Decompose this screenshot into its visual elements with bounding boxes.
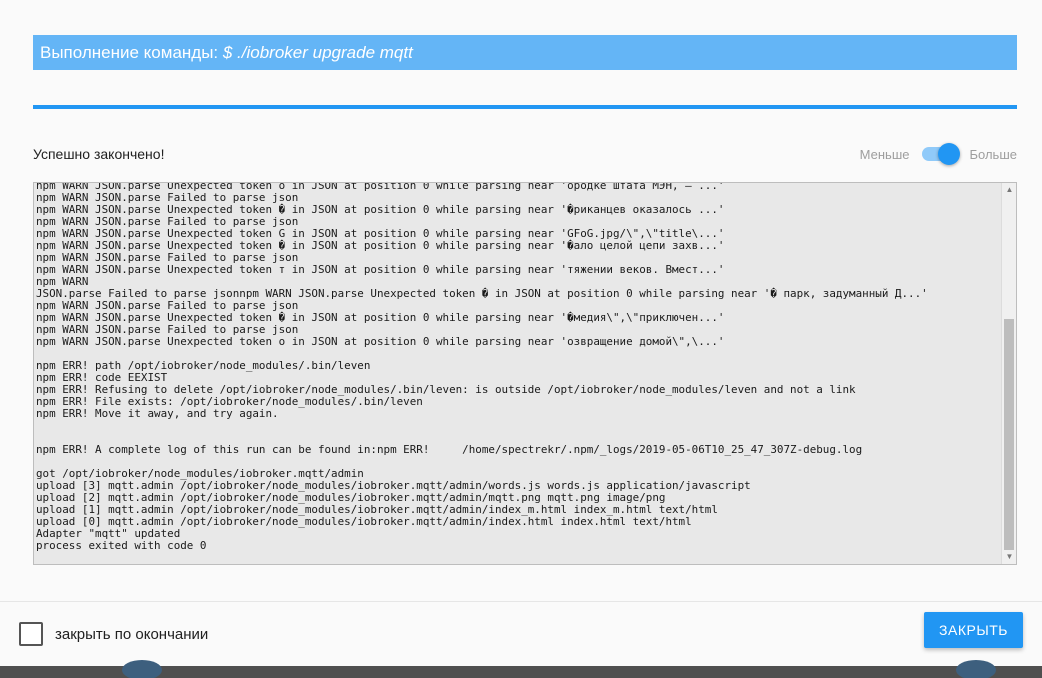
log-content: npm WARN JSON.parse Unexpected token о i… bbox=[36, 183, 1000, 552]
dialog-title: Выполнение команды: $ ./iobroker upgrade… bbox=[33, 35, 1017, 70]
log-line: npm WARN JSON.parse Unexpected token т i… bbox=[36, 263, 725, 276]
background-bubble bbox=[122, 660, 162, 678]
switch-thumb[interactable] bbox=[937, 143, 960, 165]
log-output[interactable]: npm WARN JSON.parse Unexpected token о i… bbox=[33, 182, 1017, 565]
progress-bar bbox=[33, 105, 1017, 109]
title-command: $ ./iobroker upgrade mqtt bbox=[222, 43, 413, 62]
command-dialog: Выполнение команды: $ ./iobroker upgrade… bbox=[0, 0, 1042, 666]
log-line: npm ERR! path /opt/iobroker/node_modules… bbox=[36, 359, 371, 372]
scroll-down-arrow-icon[interactable]: ▼ bbox=[1002, 550, 1016, 564]
toggle-more-label: Больше bbox=[969, 146, 1018, 162]
log-line: npm WARN JSON.parse Unexpected token о i… bbox=[36, 335, 725, 348]
log-line: npm ERR! Move it away, and try again. bbox=[36, 407, 279, 420]
close-on-finish-label[interactable]: закрыть по окончании bbox=[55, 626, 208, 643]
footer-divider bbox=[0, 601, 1042, 602]
close-on-finish-option[interactable]: закрыть по окончании bbox=[19, 622, 208, 646]
status-text: Успешно закончено! bbox=[33, 146, 165, 162]
progress-fill bbox=[33, 105, 1017, 109]
background-bubble bbox=[956, 660, 996, 678]
log-line: process exited with code 0 bbox=[36, 539, 207, 552]
log-line: upload [0] mqtt.admin /opt/iobroker/node… bbox=[36, 515, 692, 528]
toggle-less-label: Меньше bbox=[859, 146, 910, 162]
close-button[interactable]: ЗАКРЫТЬ bbox=[924, 612, 1023, 648]
log-line: npm ERR! A complete log of this run can … bbox=[36, 443, 863, 456]
log-detail-toggle: Меньше Больше bbox=[860, 142, 1017, 166]
scroll-thumb[interactable] bbox=[1004, 319, 1014, 550]
background-strip bbox=[0, 660, 1042, 678]
detail-switch[interactable] bbox=[920, 142, 960, 166]
log-scrollbar[interactable]: ▲ ▼ bbox=[1001, 183, 1016, 564]
scroll-up-arrow-icon[interactable]: ▲ bbox=[1002, 183, 1016, 197]
close-on-finish-checkbox[interactable] bbox=[19, 622, 43, 646]
title-prefix: Выполнение команды: bbox=[40, 43, 223, 62]
